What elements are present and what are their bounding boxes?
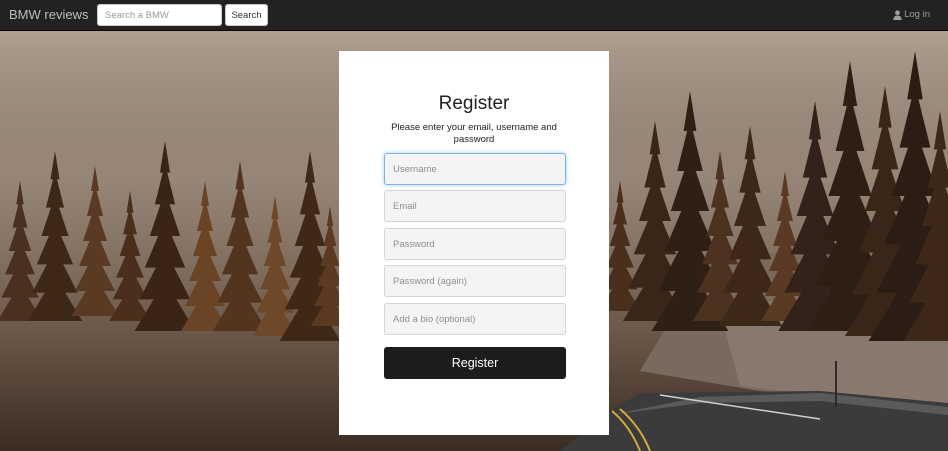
brand-link[interactable]: BMW reviews [9, 7, 88, 23]
register-title: Register [438, 93, 510, 114]
bio-field[interactable] [384, 303, 566, 335]
email-field[interactable] [384, 190, 566, 222]
username-field[interactable] [384, 153, 566, 185]
user-icon [893, 9, 902, 20]
search-input[interactable] [97, 4, 222, 26]
password-field[interactable] [384, 228, 566, 260]
search-button[interactable]: Search [225, 4, 268, 26]
login-label: Log in [904, 9, 930, 20]
register-button[interactable]: Register [384, 347, 566, 379]
login-link[interactable]: Log in [893, 9, 930, 20]
register-subtitle: Please enter your email, username and pa… [391, 122, 557, 145]
navbar: BMW reviews Search Log in [0, 0, 948, 31]
password-again-field[interactable] [384, 265, 566, 297]
